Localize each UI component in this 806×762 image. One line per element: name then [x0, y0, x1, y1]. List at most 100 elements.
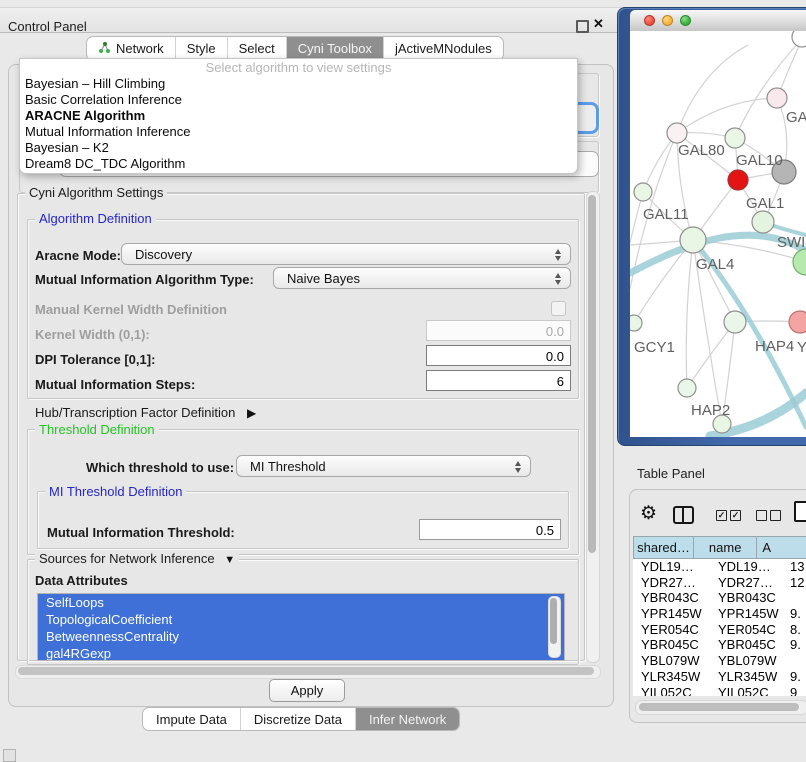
checked-checkbox-icon[interactable]: ✓: [716, 510, 727, 521]
kernel-width-field[interactable]: 0.0: [426, 320, 571, 341]
table-header-row: shared… name A: [633, 536, 806, 559]
checked-checkbox-icon[interactable]: ✓: [730, 510, 741, 521]
table-row[interactable]: YPR145W YPR145W 9.: [633, 606, 806, 622]
dropdown-item[interactable]: Basic Correlation Inference: [20, 92, 577, 108]
dpi-tolerance-label: DPI Tolerance [0,1]:: [35, 352, 155, 367]
column-header-shared-name[interactable]: shared…: [633, 536, 693, 559]
aracne-mode-combo[interactable]: Discovery: [121, 243, 571, 265]
network-node[interactable]: [667, 123, 687, 143]
network-node[interactable]: [724, 311, 746, 333]
dropdown-item[interactable]: Bayesian – Hill Climbing: [20, 76, 577, 92]
dropdown-item[interactable]: Mutual Information Inference: [20, 124, 577, 140]
control-panel-title: Control Panel: [8, 19, 87, 34]
cell: 13: [785, 559, 806, 575]
attribute-item[interactable]: TopologicalCoefficient: [38, 611, 564, 628]
network-node[interactable]: [792, 31, 806, 47]
dropdown-item[interactable]: Dream8 DC_TDC Algorithm: [20, 156, 577, 172]
table-row[interactable]: YLR345W YLR345W 9.: [633, 669, 806, 685]
network-node[interactable]: [767, 88, 787, 108]
network-node[interactable]: [752, 211, 774, 233]
cell: YBR043C: [633, 590, 707, 606]
apply-button[interactable]: Apply: [269, 679, 345, 702]
network-node[interactable]: [678, 379, 696, 397]
mi-algorithm-type-combo[interactable]: Naive Bayes: [273, 267, 571, 289]
network-node[interactable]: [680, 227, 706, 253]
settings-vertical-scrollbar[interactable]: [586, 191, 600, 663]
tab-network[interactable]: Network: [87, 37, 176, 60]
table-row[interactable]: YBL079W YBL079W: [633, 653, 806, 669]
attribute-item[interactable]: SelfLoops: [38, 594, 564, 611]
mi-steps-field[interactable]: 6: [426, 370, 571, 391]
network-node-label: GAL: [786, 109, 806, 126]
column-header-clipped[interactable]: A: [756, 536, 806, 559]
split-columns-icon[interactable]: [673, 506, 694, 524]
network-view-canvas[interactable]: GALGAL80GAL10GAL1GAL11SWI4GAL4GCY1HAP4YH…: [630, 31, 806, 437]
mi-steps-label: Mutual Information Steps:: [35, 377, 195, 392]
dropdown-item-selected[interactable]: ARACNE Algorithm: [20, 108, 577, 124]
dpi-tolerance-field[interactable]: 0.0: [426, 345, 571, 366]
unchecked-checkbox-icon[interactable]: [756, 510, 767, 521]
network-edge[interactable]: [677, 98, 777, 133]
unchecked-checkbox-icon[interactable]: [770, 510, 781, 521]
stepper-icon: [554, 248, 562, 262]
table-row[interactable]: YER054C YER054C 8.: [633, 622, 806, 638]
cell: 9.: [785, 669, 806, 685]
minimize-traffic-light-icon[interactable]: [662, 15, 673, 26]
table-row[interactable]: YDR27… YDR27… 12: [633, 575, 806, 591]
network-node[interactable]: [725, 128, 745, 148]
tab-jactivemnodules[interactable]: jActiveMNodules: [384, 37, 503, 60]
close-traffic-light-icon[interactable]: [644, 15, 655, 26]
cell: 9: [785, 685, 806, 697]
which-threshold-combo[interactable]: MI Threshold: [236, 455, 531, 477]
network-node-label: SWI4: [777, 234, 806, 251]
network-edge[interactable]: [686, 240, 693, 388]
table-row[interactable]: YDL19… YDL19… 13: [633, 559, 806, 575]
table-row[interactable]: YIL052C YIL052C 9: [633, 685, 806, 697]
network-edge[interactable]: [634, 240, 693, 323]
table-horizontal-scrollbar[interactable]: [635, 700, 806, 715]
table-row[interactable]: YBR045C YBR045C 9.: [633, 637, 806, 653]
which-threshold-label: Which threshold to use:: [86, 460, 234, 475]
network-node-label: GAL4: [696, 256, 734, 273]
tab-style[interactable]: Style: [176, 37, 228, 60]
tab-cyni-toolbox[interactable]: Cyni Toolbox: [287, 37, 384, 60]
manual-kernel-width-checkbox[interactable]: [551, 301, 566, 316]
settings-horizontal-scrollbar[interactable]: [15, 665, 601, 679]
sources-group-title[interactable]: Sources for Network Inference ▼: [35, 552, 239, 567]
cell: YIL052C: [633, 685, 707, 697]
tab-discretize-data[interactable]: Discretize Data: [241, 708, 356, 730]
network-window-titlebar[interactable]: [630, 10, 806, 32]
tab-impute-data[interactable]: Impute Data: [143, 708, 241, 730]
gear-icon[interactable]: ⚙: [640, 502, 657, 525]
tab-infer-network[interactable]: Infer Network: [356, 708, 459, 730]
hub-definition-expander[interactable]: Hub/Transcription Factor Definition ▶: [35, 405, 256, 420]
network-node[interactable]: [789, 311, 806, 333]
network-node[interactable]: [793, 249, 806, 275]
cell: YLR345W: [707, 669, 785, 685]
manual-kernel-width-label: Manual Kernel Width Definition: [35, 302, 227, 317]
column-header-name[interactable]: name: [693, 536, 756, 559]
attribute-item[interactable]: BetweennessCentrality: [38, 628, 564, 645]
dropdown-item[interactable]: Bayesian – K2: [20, 140, 577, 156]
data-attributes-list: SelfLoops TopologicalCoefficient Between…: [37, 593, 565, 661]
network-node[interactable]: [634, 183, 652, 201]
network-node[interactable]: [630, 315, 642, 331]
network-node-label: GCY1: [634, 339, 675, 356]
resize-grip[interactable]: [3, 749, 16, 762]
table-row[interactable]: YBR043C YBR043C: [633, 590, 806, 606]
network-graph[interactable]: GALGAL80GAL10GAL1GAL11SWI4GAL4GCY1HAP4YH…: [630, 31, 806, 437]
aracne-mode-value: Discovery: [135, 247, 192, 262]
network-edge[interactable]: [677, 45, 748, 133]
attribute-item[interactable]: gal4RGexp: [38, 645, 564, 661]
cell: YDL19…: [707, 559, 785, 575]
attributes-scrollbar[interactable]: [548, 596, 561, 658]
tab-discretize-data-label: Discretize Data: [254, 712, 342, 727]
float-window-icon[interactable]: [576, 20, 589, 33]
tab-select[interactable]: Select: [228, 37, 287, 60]
network-node[interactable]: [728, 170, 748, 190]
cell: YIL052C: [707, 685, 785, 697]
close-icon[interactable]: ✕: [593, 16, 604, 32]
document-icon[interactable]: [794, 501, 806, 522]
zoom-traffic-light-icon[interactable]: [680, 15, 691, 26]
mi-threshold-field[interactable]: 0.5: [419, 519, 561, 540]
